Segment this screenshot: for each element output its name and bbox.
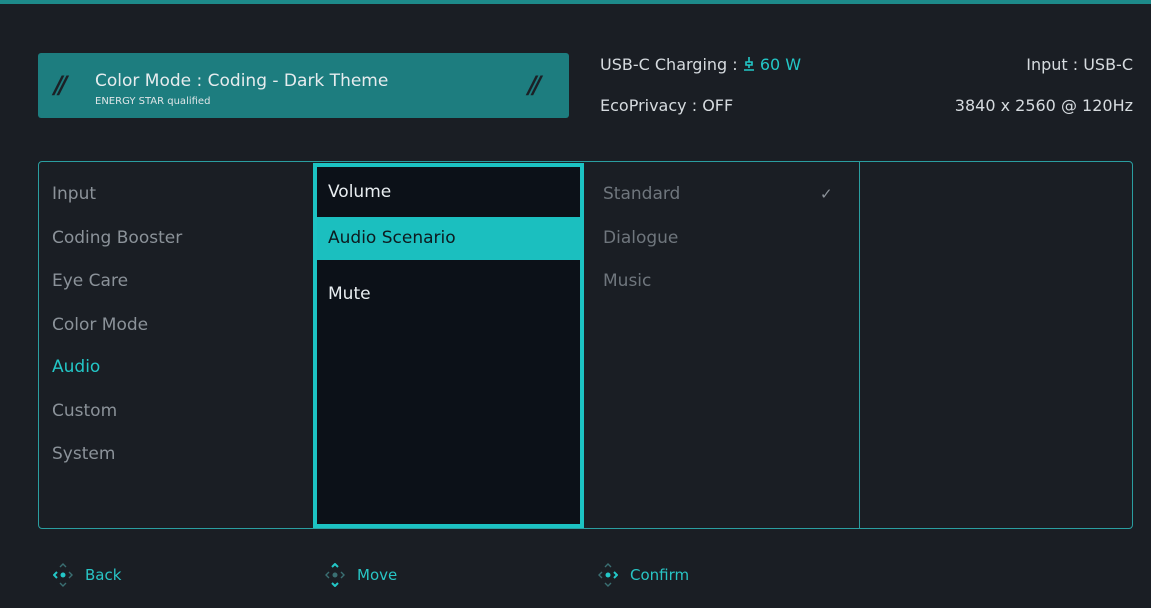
category-coding-booster[interactable]: Coding Booster xyxy=(52,228,182,248)
category-color-mode[interactable]: Color Mode xyxy=(52,315,148,335)
category-audio[interactable]: Audio xyxy=(52,357,100,377)
category-custom[interactable]: Custom xyxy=(52,401,117,421)
category-system[interactable]: System xyxy=(52,444,115,464)
submenu-volume[interactable]: Volume xyxy=(317,167,580,213)
option-music[interactable]: Music xyxy=(603,271,651,291)
nav-confirm-label: Confirm xyxy=(630,566,690,584)
joystick-left-icon xyxy=(53,563,73,587)
nav-move-label: Move xyxy=(357,566,398,584)
energy-star-label: ENERGY STAR qualified xyxy=(95,96,211,107)
nav-confirm-hint: Confirm xyxy=(598,563,689,587)
usb-c-charging-status: USB-C Charging : 60 W xyxy=(600,55,801,74)
submenu-mute[interactable]: Mute xyxy=(317,273,580,315)
joystick-updown-icon xyxy=(325,563,345,587)
color-mode-panel: // Color Mode : Coding - Dark Theme ENER… xyxy=(38,53,569,118)
submenu-audio-scenario[interactable]: Audio Scenario xyxy=(317,217,580,260)
option-standard[interactable]: Standard xyxy=(603,184,680,204)
color-mode-title: Color Mode : Coding - Dark Theme xyxy=(95,71,389,91)
nav-back-label: Back xyxy=(85,566,122,584)
checkmark-icon: ✓ xyxy=(820,185,833,203)
nav-move-hint: Move xyxy=(325,563,397,587)
category-input[interactable]: Input xyxy=(52,184,96,204)
nav-back-hint: Back xyxy=(53,563,121,587)
ecoprivacy-status: EcoPrivacy : OFF xyxy=(600,96,734,115)
charging-label: USB-C Charging : xyxy=(600,55,738,74)
charging-wattage: 60 W xyxy=(759,55,802,74)
audio-submenu: Volume Audio Scenario Mute xyxy=(313,163,584,528)
option-dialogue[interactable]: Dialogue xyxy=(603,228,678,248)
column-divider xyxy=(859,162,860,528)
menu-frame xyxy=(38,161,1133,529)
slash-decoration-icon: // xyxy=(528,71,541,99)
charging-icon xyxy=(743,55,760,74)
resolution-status: 3840 x 2560 @ 120Hz xyxy=(954,96,1133,115)
input-status: Input : USB-C xyxy=(1026,55,1133,74)
top-accent-bar xyxy=(0,0,1151,13)
joystick-confirm-icon xyxy=(598,563,618,587)
slash-decoration-icon: // xyxy=(54,71,67,99)
category-eye-care[interactable]: Eye Care xyxy=(52,271,128,291)
